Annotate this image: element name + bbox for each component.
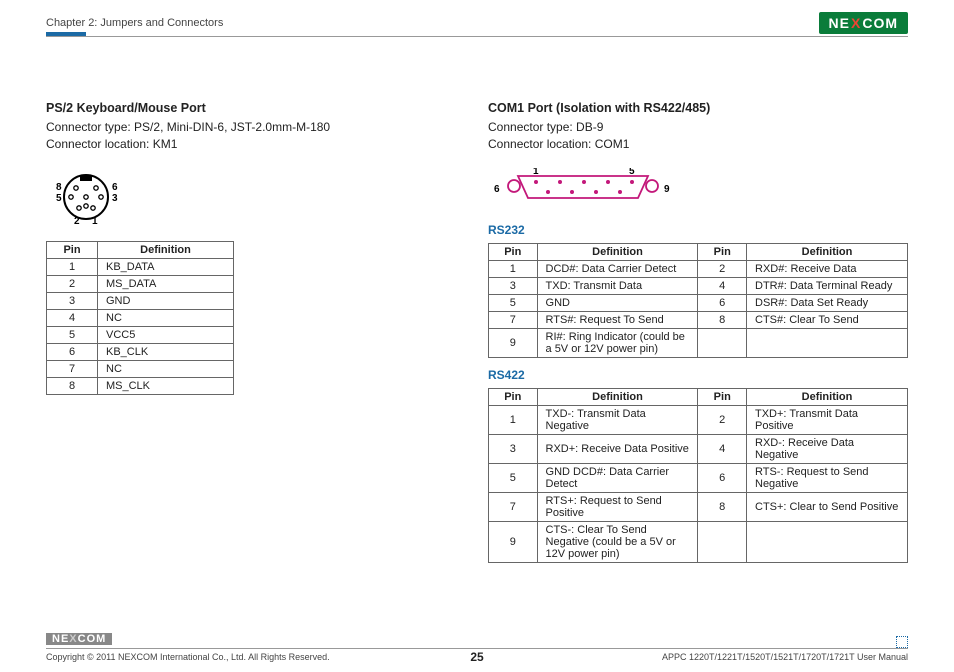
- manual-title: APPC 1220T/1221T/1520T/1521T/1720T/1721T…: [662, 652, 908, 662]
- pin-label-6: 6: [112, 182, 118, 193]
- pin-label-5: 5: [56, 193, 62, 204]
- th-def: Definition: [747, 388, 908, 405]
- pin-label-1: 1: [92, 216, 98, 226]
- th-def: Definition: [98, 241, 234, 258]
- header-divider: [46, 36, 908, 37]
- rs422-label: RS422: [488, 368, 908, 382]
- th-def: Definition: [537, 243, 698, 260]
- th-pin: Pin: [489, 388, 538, 405]
- ps2-diagram: 8 6 5 3 2 1: [46, 168, 454, 231]
- pin-label-2: 2: [74, 216, 80, 226]
- footer-logo: NEXCOM: [46, 633, 112, 645]
- pin-label-5: 5: [629, 168, 635, 177]
- copyright-text: Copyright © 2011 NEXCOM International Co…: [46, 652, 330, 662]
- chapter-title: Chapter 2: Jumpers and Connectors: [46, 17, 223, 29]
- page-number: 25: [470, 650, 483, 664]
- th-def: Definition: [537, 388, 698, 405]
- th-pin: Pin: [47, 241, 98, 258]
- page-footer: NEXCOM Copyright © 2011 NEXCOM Internati…: [46, 630, 908, 662]
- db9-diagram: 1 5 6 9: [488, 168, 908, 213]
- table-row: 4NC: [47, 309, 234, 326]
- right-column: COM1 Port (Isolation with RS422/485) Con…: [488, 101, 908, 563]
- pin-label-8: 8: [56, 182, 62, 193]
- brand-text-x: X: [850, 15, 862, 31]
- table-row: 1KB_DATA: [47, 258, 234, 275]
- com1-connector-type: Connector type: DB-9: [488, 119, 908, 136]
- th-pin: Pin: [698, 243, 747, 260]
- table-row: 5GND DCD#: Data Carrier Detect6RTS-: Req…: [489, 463, 908, 492]
- ps2-connector-location: Connector location: KM1: [46, 136, 454, 153]
- rs232-table: Pin Definition Pin Definition 1DCD#: Dat…: [488, 243, 908, 358]
- table-row: 5GND6DSR#: Data Set Ready: [489, 294, 908, 311]
- table-row: 7NC: [47, 360, 234, 377]
- table-row: 2MS_DATA: [47, 275, 234, 292]
- table-row: 9RI#: Ring Indicator (could be a 5V or 1…: [489, 328, 908, 357]
- table-row: 1DCD#: Data Carrier Detect2RXD#: Receive…: [489, 260, 908, 277]
- ps2-pin-table: Pin Definition 1KB_DATA 2MS_DATA 3GND 4N…: [46, 241, 234, 395]
- table-row: 7RTS+: Request to Send Positive8CTS+: Cl…: [489, 492, 908, 521]
- brand-text-right: COM: [862, 15, 898, 31]
- ps2-title: PS/2 Keyboard/Mouse Port: [46, 101, 454, 115]
- pin-label-1: 1: [533, 168, 539, 177]
- ps2-connector-type: Connector type: PS/2, Mini-DIN-6, JST-2.…: [46, 119, 454, 136]
- com1-title: COM1 Port (Isolation with RS422/485): [488, 101, 908, 115]
- rs422-table: Pin Definition Pin Definition 1TXD-: Tra…: [488, 388, 908, 563]
- th-def: Definition: [747, 243, 908, 260]
- table-row: 5VCC5: [47, 326, 234, 343]
- table-row: 3GND: [47, 292, 234, 309]
- brand-logo: NEXCOM: [819, 12, 908, 34]
- rs232-label: RS232: [488, 223, 908, 237]
- table-row: 7RTS#: Request To Send8CTS#: Clear To Se…: [489, 311, 908, 328]
- table-row: 6KB_CLK: [47, 343, 234, 360]
- com1-connector-location: Connector location: COM1: [488, 136, 908, 153]
- pin-label-6: 6: [494, 184, 500, 195]
- accent-bar: [46, 32, 86, 36]
- pin-label-3: 3: [112, 193, 118, 204]
- table-row: 9CTS-: Clear To Send Negative (could be …: [489, 521, 908, 562]
- pin-label-9: 9: [664, 184, 670, 195]
- table-row: 8MS_CLK: [47, 377, 234, 394]
- th-pin: Pin: [698, 388, 747, 405]
- th-pin: Pin: [489, 243, 538, 260]
- corner-marker-icon: [896, 636, 908, 648]
- left-column: PS/2 Keyboard/Mouse Port Connector type:…: [46, 101, 454, 563]
- table-row: 1TXD-: Transmit Data Negative2TXD+: Tran…: [489, 405, 908, 434]
- table-row: 3RXD+: Receive Data Positive4RXD-: Recei…: [489, 434, 908, 463]
- table-row: 3TXD: Transmit Data4DTR#: Data Terminal …: [489, 277, 908, 294]
- brand-text-left: NE: [829, 15, 850, 31]
